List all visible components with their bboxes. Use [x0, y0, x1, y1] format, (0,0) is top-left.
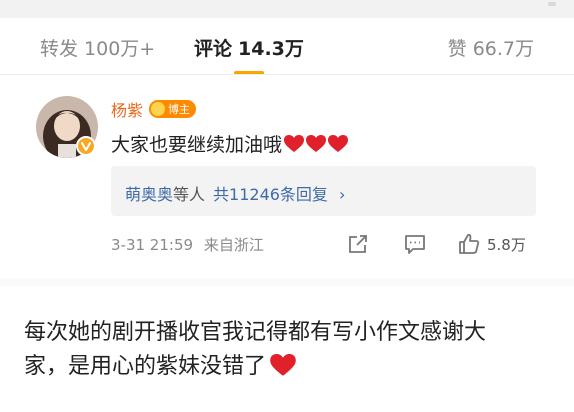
- timestamp: 3-31 21:59: [111, 236, 194, 254]
- username[interactable]: 杨紫: [111, 97, 143, 121]
- like-count: 5.8万: [487, 235, 526, 254]
- caption: 每次她的剧开播收官我记得都有写小作文感谢大 家，是用心的紫妹没错了: [24, 316, 554, 384]
- like-icon: [459, 233, 480, 254]
- crown-icon: [151, 102, 166, 116]
- chevron-right-icon: ›: [339, 185, 346, 204]
- comment-text: 大家也要继续加油哦: [111, 130, 349, 157]
- tab-comments[interactable]: 评论 14.3万: [194, 34, 304, 61]
- red-heart-icon: [328, 134, 349, 152]
- reply-etc: 等人: [173, 185, 206, 204]
- caption-line-2: 家，是用心的紫妹没错了: [24, 354, 267, 379]
- caption-line-2-wrap: 家，是用心的紫妹没错了: [24, 350, 554, 384]
- tab-comments-count: 14.3万: [238, 38, 304, 60]
- view-replies-link[interactable]: 共11246条回复: [213, 185, 328, 204]
- tab-likes[interactable]: 赞 66.7万: [448, 34, 534, 61]
- red-heart-icon: [306, 134, 327, 152]
- red-heart-icon: [284, 134, 305, 152]
- top-strip: [0, 0, 574, 18]
- dot: [548, 2, 556, 6]
- section-divider: [0, 278, 574, 286]
- caption-line-1: 每次她的剧开播收官我记得都有写小作文感谢大: [24, 320, 487, 345]
- tab-likes-label: 赞: [447, 38, 467, 60]
- location: 来自浙江: [203, 236, 264, 254]
- tab-bar: 转发 100万+ 评论 14.3万 赞 66.7万: [0, 18, 574, 75]
- verified-v-icon: [76, 136, 96, 156]
- red-heart-icon: [270, 354, 296, 376]
- comment-meta: 3-31 21:59 来自浙江 5.8万: [111, 232, 541, 256]
- comment-header: 杨紫 博主: [111, 97, 197, 121]
- share-icon[interactable]: [346, 232, 370, 256]
- tab-reposts-label: 转发: [40, 38, 79, 60]
- reply-summary[interactable]: 萌奥奥等人 共11246条回复 ›: [111, 166, 536, 216]
- comment-icon[interactable]: [403, 232, 427, 256]
- reply-user[interactable]: 萌奥奥: [125, 185, 173, 204]
- comment-body: 大家也要继续加油哦: [111, 134, 283, 156]
- tab-likes-count: 66.7万: [472, 38, 534, 60]
- divider: [0, 74, 574, 75]
- reply-summary-text: 萌奥奥等人 共11246条回复 ›: [125, 181, 345, 205]
- comment-timestamp: 3-31 21:59 来自浙江: [111, 234, 264, 255]
- like-button[interactable]: 5.8万: [457, 232, 526, 256]
- tab-reposts[interactable]: 转发 100万+: [40, 34, 155, 61]
- blogger-badge-label: 博主: [168, 103, 191, 116]
- tab-reposts-count: 100万+: [84, 38, 156, 60]
- blogger-badge: 博主: [149, 100, 197, 118]
- tab-comments-label: 评论: [194, 38, 233, 60]
